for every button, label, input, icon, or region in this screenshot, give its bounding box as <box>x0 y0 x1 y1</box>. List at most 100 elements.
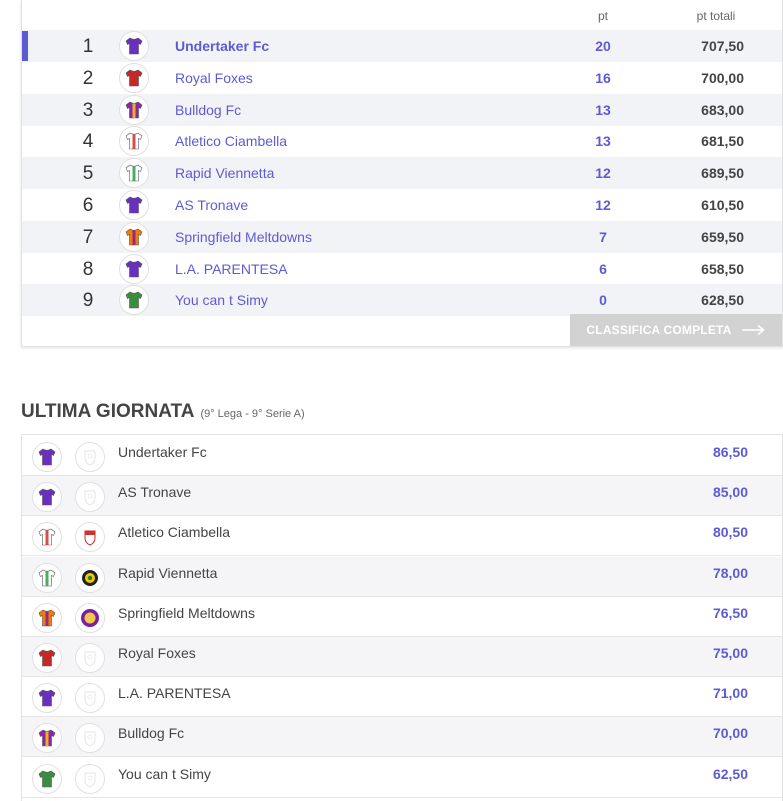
team-crest <box>75 683 105 714</box>
team-name-link[interactable]: L.A. PARENTESA <box>175 261 288 277</box>
team-jersey <box>32 723 62 754</box>
purple-crest-icon <box>81 608 99 627</box>
full-standings-label: CLASSIFICA COMPLETA <box>586 323 732 337</box>
rank: 3 <box>82 99 94 121</box>
team-jersey <box>32 683 62 714</box>
last-round-row[interactable]: Atletico Ciambella 80,50 <box>22 516 782 557</box>
last-round-row[interactable]: Royal Foxes 75,00 <box>22 637 782 677</box>
empty-crest-icon <box>84 731 96 747</box>
standings-row[interactable]: 5 Rapid Viennetta 12 689,50 <box>22 157 782 190</box>
team-crest <box>75 763 105 794</box>
orange-purple-jersey-icon <box>38 609 56 627</box>
last-round-title: ULTIMA GIORNATA <box>21 401 195 422</box>
team-crest <box>75 643 105 673</box>
team-name: L.A. PARENTESA <box>118 685 231 702</box>
orange-purple-jersey-icon <box>125 228 143 246</box>
green-jersey-icon <box>38 770 56 787</box>
team-score: 80,50 <box>712 524 748 541</box>
last-round-row[interactable]: Undertaker Fc 86,50 <box>22 436 782 476</box>
rank: 7 <box>82 226 94 248</box>
team-score: 76,50 <box>712 604 748 621</box>
last-round-row[interactable]: Rapid Viennetta 78,00 <box>22 556 782 597</box>
header-points: pt <box>597 9 608 23</box>
purple-jersey-icon <box>38 448 56 466</box>
standings-row[interactable]: 8 L.A. PARENTESA 6 658,50 <box>22 253 782 285</box>
purple-yellow-jersey-icon <box>38 730 56 747</box>
team-score: 85,00 <box>712 484 748 501</box>
team-total-points: 628,50 <box>701 292 744 309</box>
team-jersey <box>119 190 149 220</box>
team-name: Royal Foxes <box>118 645 196 661</box>
team-total-points: 658,50 <box>701 260 744 277</box>
team-points: 7 <box>599 228 607 245</box>
rank: 8 <box>82 258 94 280</box>
team-crest <box>75 723 105 754</box>
team-jersey <box>119 31 149 61</box>
team-points: 12 <box>595 165 611 182</box>
red-jersey-icon <box>38 649 56 667</box>
standings-row[interactable]: 9 You can t Simy 0 628,50 <box>22 284 782 317</box>
last-round-row[interactable]: You can t Simy 62,50 <box>22 758 782 798</box>
empty-crest-icon <box>84 490 96 506</box>
team-points: 20 <box>595 38 611 54</box>
purple-jersey-icon <box>125 260 143 277</box>
team-total-points: 610,50 <box>701 197 744 213</box>
white-red-jersey-icon <box>38 529 56 546</box>
team-score: 70,00 <box>712 725 748 742</box>
purple-jersey-icon <box>38 689 56 707</box>
team-crest <box>75 522 105 553</box>
team-jersey <box>119 126 149 157</box>
team-points: 13 <box>595 101 611 118</box>
last-round-row[interactable]: Springfield Meltdowns 76,50 <box>22 597 782 637</box>
team-name: You can t Simy <box>118 765 211 782</box>
team-jersey <box>32 442 62 472</box>
team-total-points: 683,00 <box>701 101 744 118</box>
empty-crest-icon <box>84 651 96 667</box>
team-score: 62,50 <box>712 765 748 782</box>
green-striped-jersey-icon <box>38 569 56 586</box>
team-total-points: 659,50 <box>701 228 744 245</box>
standings-row[interactable]: 1 Undertaker Fc 20 707,50 <box>22 30 782 62</box>
team-total-points: 700,00 <box>701 69 744 86</box>
team-total-points: 707,50 <box>701 38 744 54</box>
last-round-row[interactable]: AS Tronave 85,00 <box>22 476 782 517</box>
team-name-link[interactable]: Rapid Viennetta <box>175 165 274 181</box>
last-round-subtitle: (9° Lega - 9° Serie A) <box>200 408 305 420</box>
team-name: AS Tronave <box>118 484 192 501</box>
team-name-link[interactable]: Undertaker Fc <box>175 38 269 54</box>
team-name-link[interactable]: Springfield Meltdowns <box>175 229 312 245</box>
team-name-link[interactable]: Royal Foxes <box>175 70 253 86</box>
team-points: 0 <box>599 292 607 309</box>
last-round-row[interactable]: L.A. PARENTESA 71,00 <box>22 677 782 718</box>
standings-row[interactable]: 6 AS Tronave 12 610,50 <box>22 189 782 221</box>
team-jersey <box>119 62 149 93</box>
purple-jersey-icon <box>125 196 143 214</box>
standings-row[interactable]: 3 Bulldog Fc 13 683,00 <box>22 93 782 126</box>
team-points: 12 <box>595 197 611 213</box>
team-score: 78,00 <box>712 564 748 581</box>
team-total-points: 689,50 <box>701 165 744 182</box>
team-jersey <box>119 253 149 284</box>
last-round-row[interactable]: Bulldog Fc 70,00 <box>22 717 782 758</box>
full-standings-button[interactable]: CLASSIFICA COMPLETA <box>570 314 782 346</box>
team-jersey <box>32 643 62 673</box>
red-white-crest-icon <box>84 530 96 546</box>
team-name-link[interactable]: You can t Simy <box>175 292 268 308</box>
standings-row[interactable]: 7 Springfield Meltdowns 7 659,50 <box>22 220 782 253</box>
empty-crest-icon <box>84 450 96 466</box>
standings-row[interactable]: 2 Royal Foxes 16 700,00 <box>22 62 782 94</box>
purple-jersey-icon <box>125 37 143 55</box>
team-name-link[interactable]: AS Tronave <box>175 197 248 213</box>
team-name: Atletico Ciambella <box>118 524 231 541</box>
team-name-link[interactable]: Bulldog Fc <box>175 102 241 118</box>
standings-row[interactable]: 4 Atletico Ciambella 13 681,50 <box>22 125 782 157</box>
team-points: 13 <box>595 133 611 150</box>
team-jersey <box>119 158 149 189</box>
team-name: Undertaker Fc <box>118 444 207 460</box>
team-jersey <box>119 94 149 125</box>
team-jersey <box>32 562 62 593</box>
team-crest <box>75 442 105 472</box>
team-jersey <box>32 763 62 794</box>
team-points: 6 <box>599 260 607 277</box>
team-name-link[interactable]: Atletico Ciambella <box>175 133 287 149</box>
